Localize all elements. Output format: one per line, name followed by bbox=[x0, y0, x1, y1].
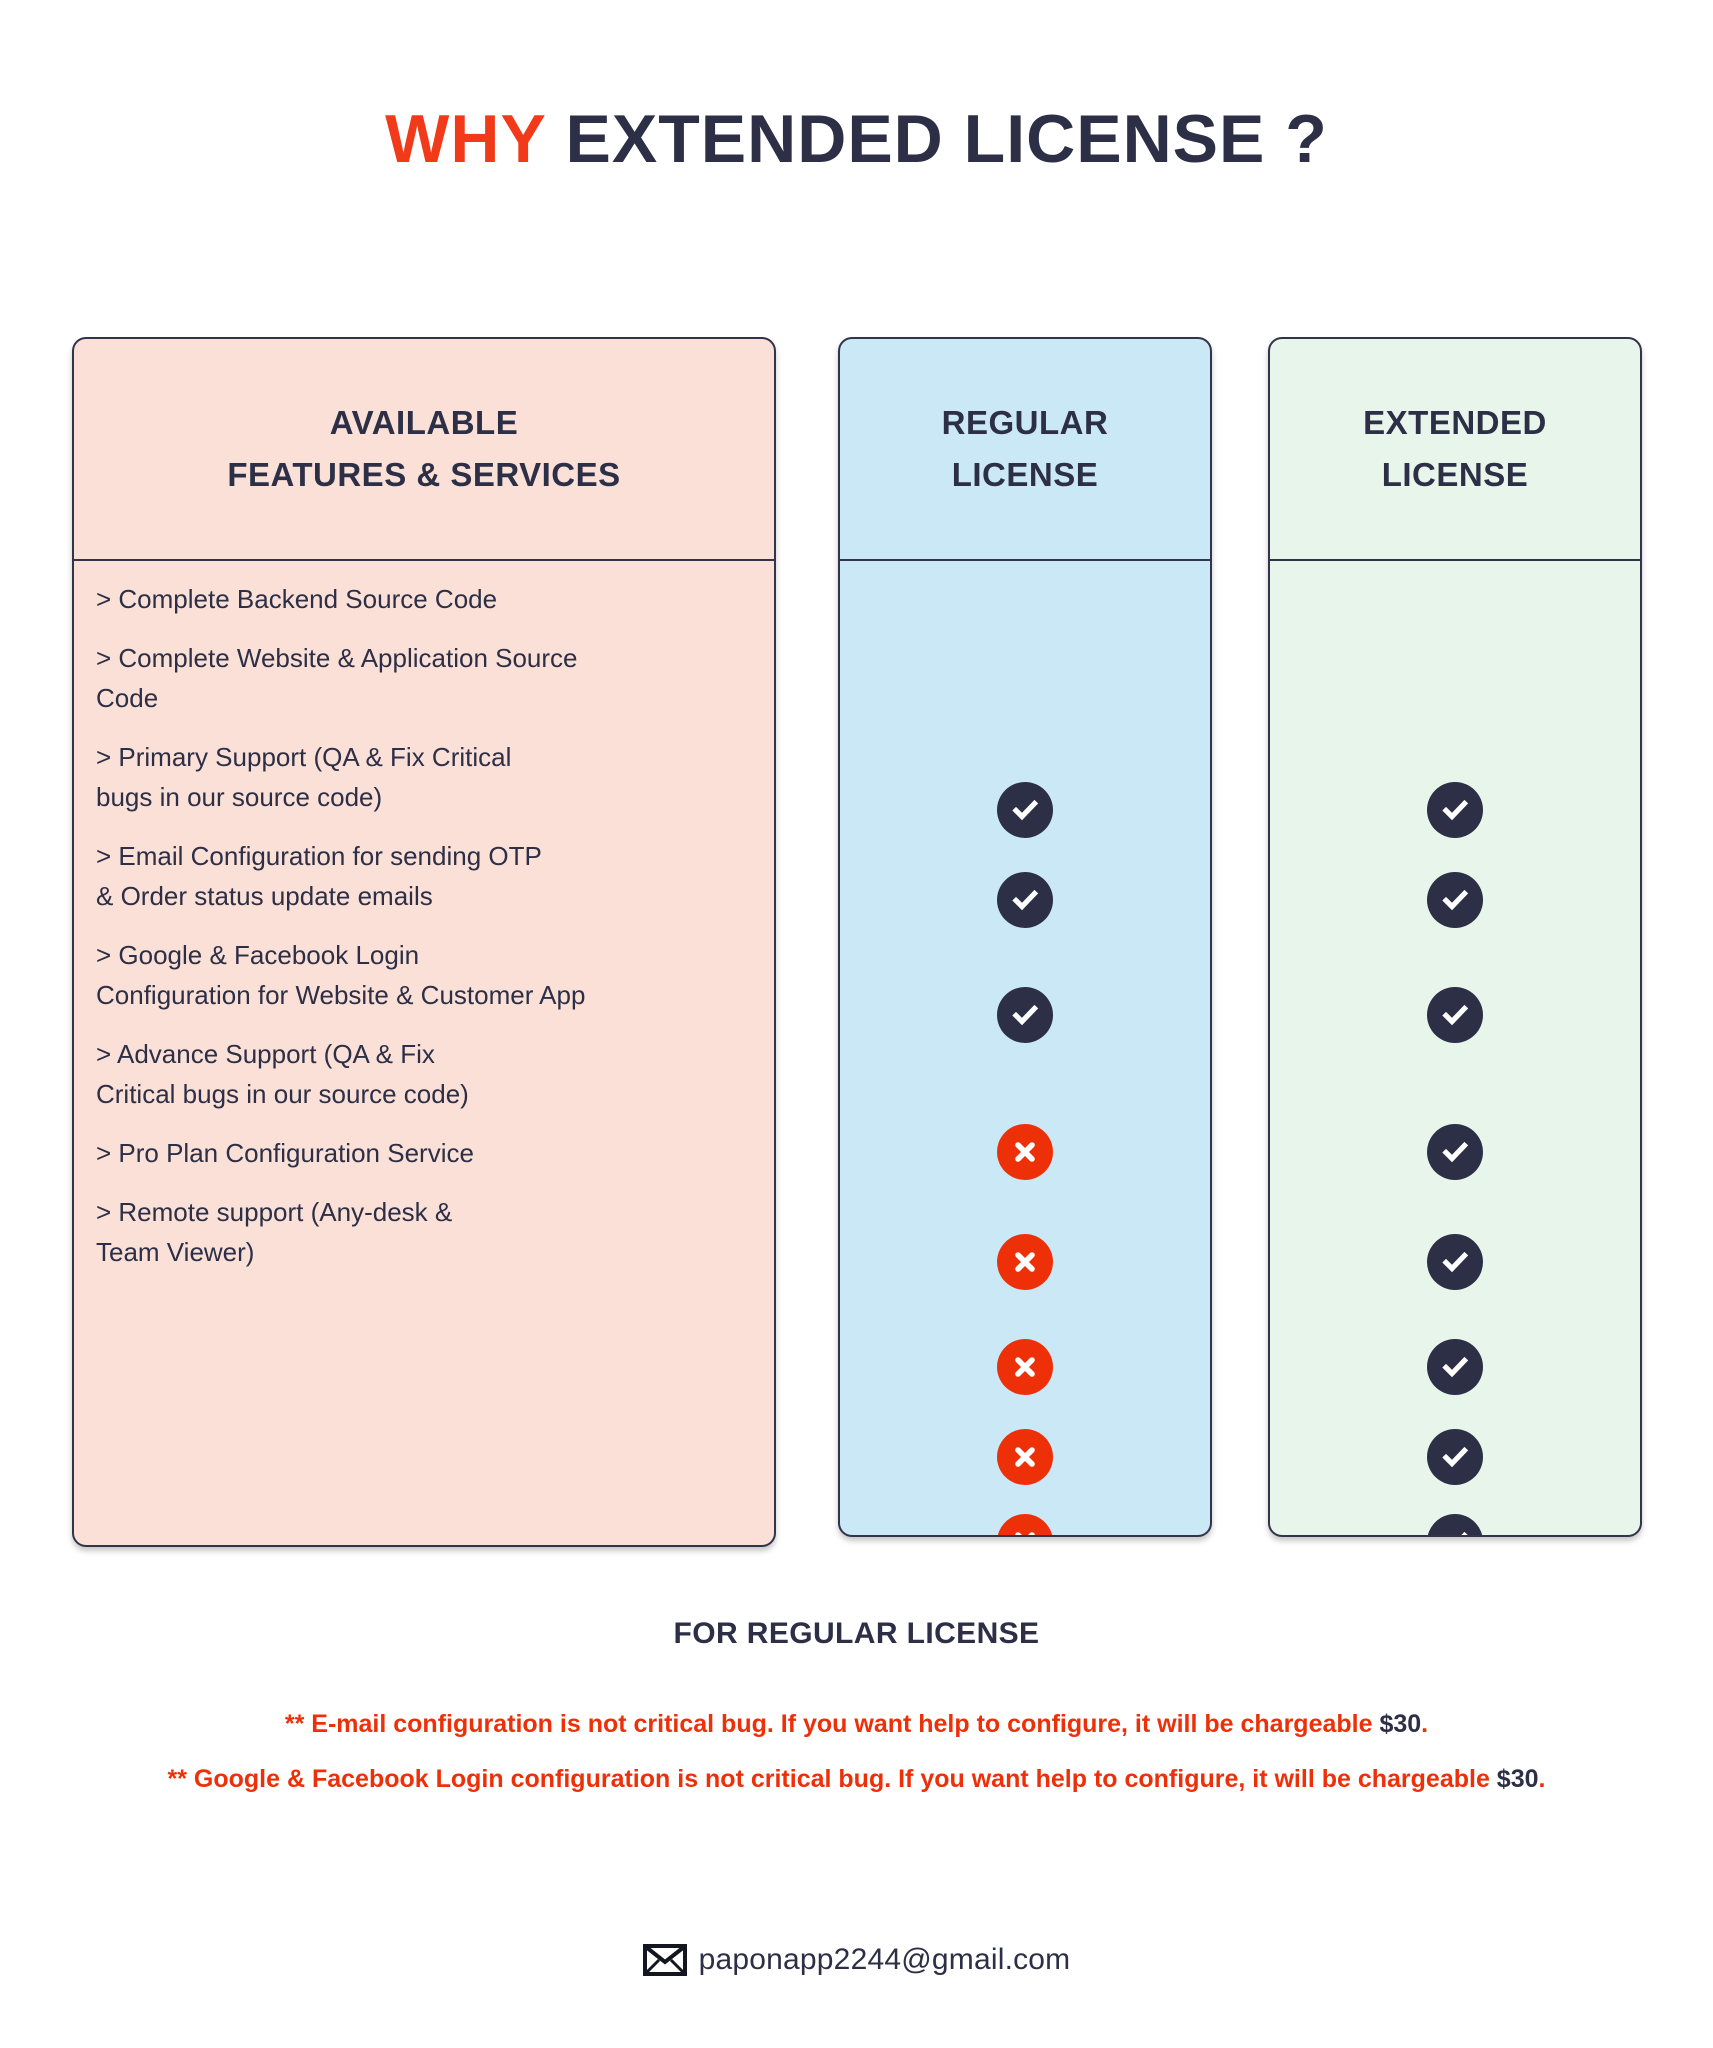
column-features: AVAILABLE FEATURES & SERVICES > Complete… bbox=[72, 337, 776, 1547]
contact-email-row: paponapp2244@gmail.com bbox=[0, 1943, 1713, 1977]
check-icon bbox=[1427, 782, 1483, 838]
note-item: ** E-mail configuration is not critical … bbox=[0, 1704, 1713, 1745]
check-icon bbox=[997, 782, 1053, 838]
check-icon bbox=[1427, 1124, 1483, 1180]
feature-item: > Advance Support (QA & Fix Critical bug… bbox=[96, 1038, 469, 1110]
column-extended-header-line1: EXTENDED bbox=[1363, 403, 1547, 441]
column-regular-header-line1: REGULAR bbox=[941, 403, 1109, 441]
column-features-header-line1: AVAILABLE bbox=[329, 403, 519, 441]
column-extended-header: EXTENDED LICENSE bbox=[1270, 339, 1640, 561]
feature-item: > Primary Support (QA & Fix Critical bug… bbox=[96, 741, 512, 813]
note-tail: . bbox=[1421, 1710, 1429, 1738]
extended-mark-column bbox=[1270, 561, 1640, 1535]
check-icon bbox=[1427, 1234, 1483, 1290]
column-features-header-line2: FEATURES & SERVICES bbox=[227, 456, 621, 493]
for-regular-license-label: FOR REGULAR LICENSE bbox=[673, 1617, 1040, 1650]
check-icon bbox=[1427, 1429, 1483, 1485]
check-icon bbox=[1427, 1339, 1483, 1395]
column-extended-license: EXTENDED LICENSE bbox=[1268, 337, 1642, 1537]
cross-icon bbox=[997, 1339, 1053, 1395]
feature-item: > Email Configuration for sending OTP & … bbox=[96, 840, 542, 912]
note-amount: $30 bbox=[1379, 1710, 1422, 1738]
check-icon bbox=[997, 872, 1053, 928]
column-regular-license: REGULAR LICENSE bbox=[838, 337, 1212, 1537]
cross-icon bbox=[997, 1124, 1053, 1180]
feature-item: > Complete Backend Source Code bbox=[96, 584, 498, 614]
check-icon bbox=[1427, 872, 1483, 928]
note-text: ** Google & Facebook Login configuration… bbox=[167, 1764, 1497, 1793]
comparison-table: AVAILABLE FEATURES & SERVICES > Complete… bbox=[0, 337, 1713, 1547]
feature-list: > Complete Backend Source Code > Complet… bbox=[74, 561, 774, 1273]
feature-item: > Complete Website & Application Source … bbox=[96, 642, 578, 714]
cross-icon bbox=[997, 1234, 1053, 1290]
note-text: ** E-mail configuration is not critical … bbox=[284, 1710, 1380, 1738]
notes-block: ** E-mail configuration is not critical … bbox=[0, 1704, 1713, 1813]
note-tail: . bbox=[1538, 1764, 1546, 1793]
page-title: WHY EXTENDED LICENSE ? bbox=[0, 101, 1713, 177]
column-regular-header: REGULAR LICENSE bbox=[840, 339, 1210, 561]
feature-item: > Google & Facebook Login Configuration … bbox=[96, 939, 586, 1011]
check-icon bbox=[997, 987, 1053, 1043]
envelope-icon bbox=[642, 1944, 687, 1976]
column-extended-header-line2: LICENSE bbox=[1381, 456, 1529, 493]
column-features-header: AVAILABLE FEATURES & SERVICES bbox=[74, 339, 774, 561]
note-item: ** Google & Facebook Login configuration… bbox=[0, 1759, 1713, 1800]
cross-icon bbox=[997, 1514, 1053, 1535]
note-amount: $30 bbox=[1496, 1764, 1539, 1793]
contact-email-address: paponapp2244@gmail.com bbox=[698, 1943, 1071, 1976]
cross-icon bbox=[997, 1429, 1053, 1485]
check-icon bbox=[1427, 987, 1483, 1043]
check-icon bbox=[1427, 1514, 1483, 1535]
feature-item: > Remote support (Any-desk & Team Viewer… bbox=[96, 1196, 453, 1268]
column-regular-header-line2: LICENSE bbox=[951, 456, 1099, 493]
regular-mark-column bbox=[840, 561, 1210, 1535]
page-title-accent: WHY bbox=[385, 101, 546, 177]
feature-item: > Pro Plan Configuration Service bbox=[96, 1138, 474, 1169]
page-title-rest: EXTENDED LICENSE ? bbox=[565, 101, 1328, 177]
